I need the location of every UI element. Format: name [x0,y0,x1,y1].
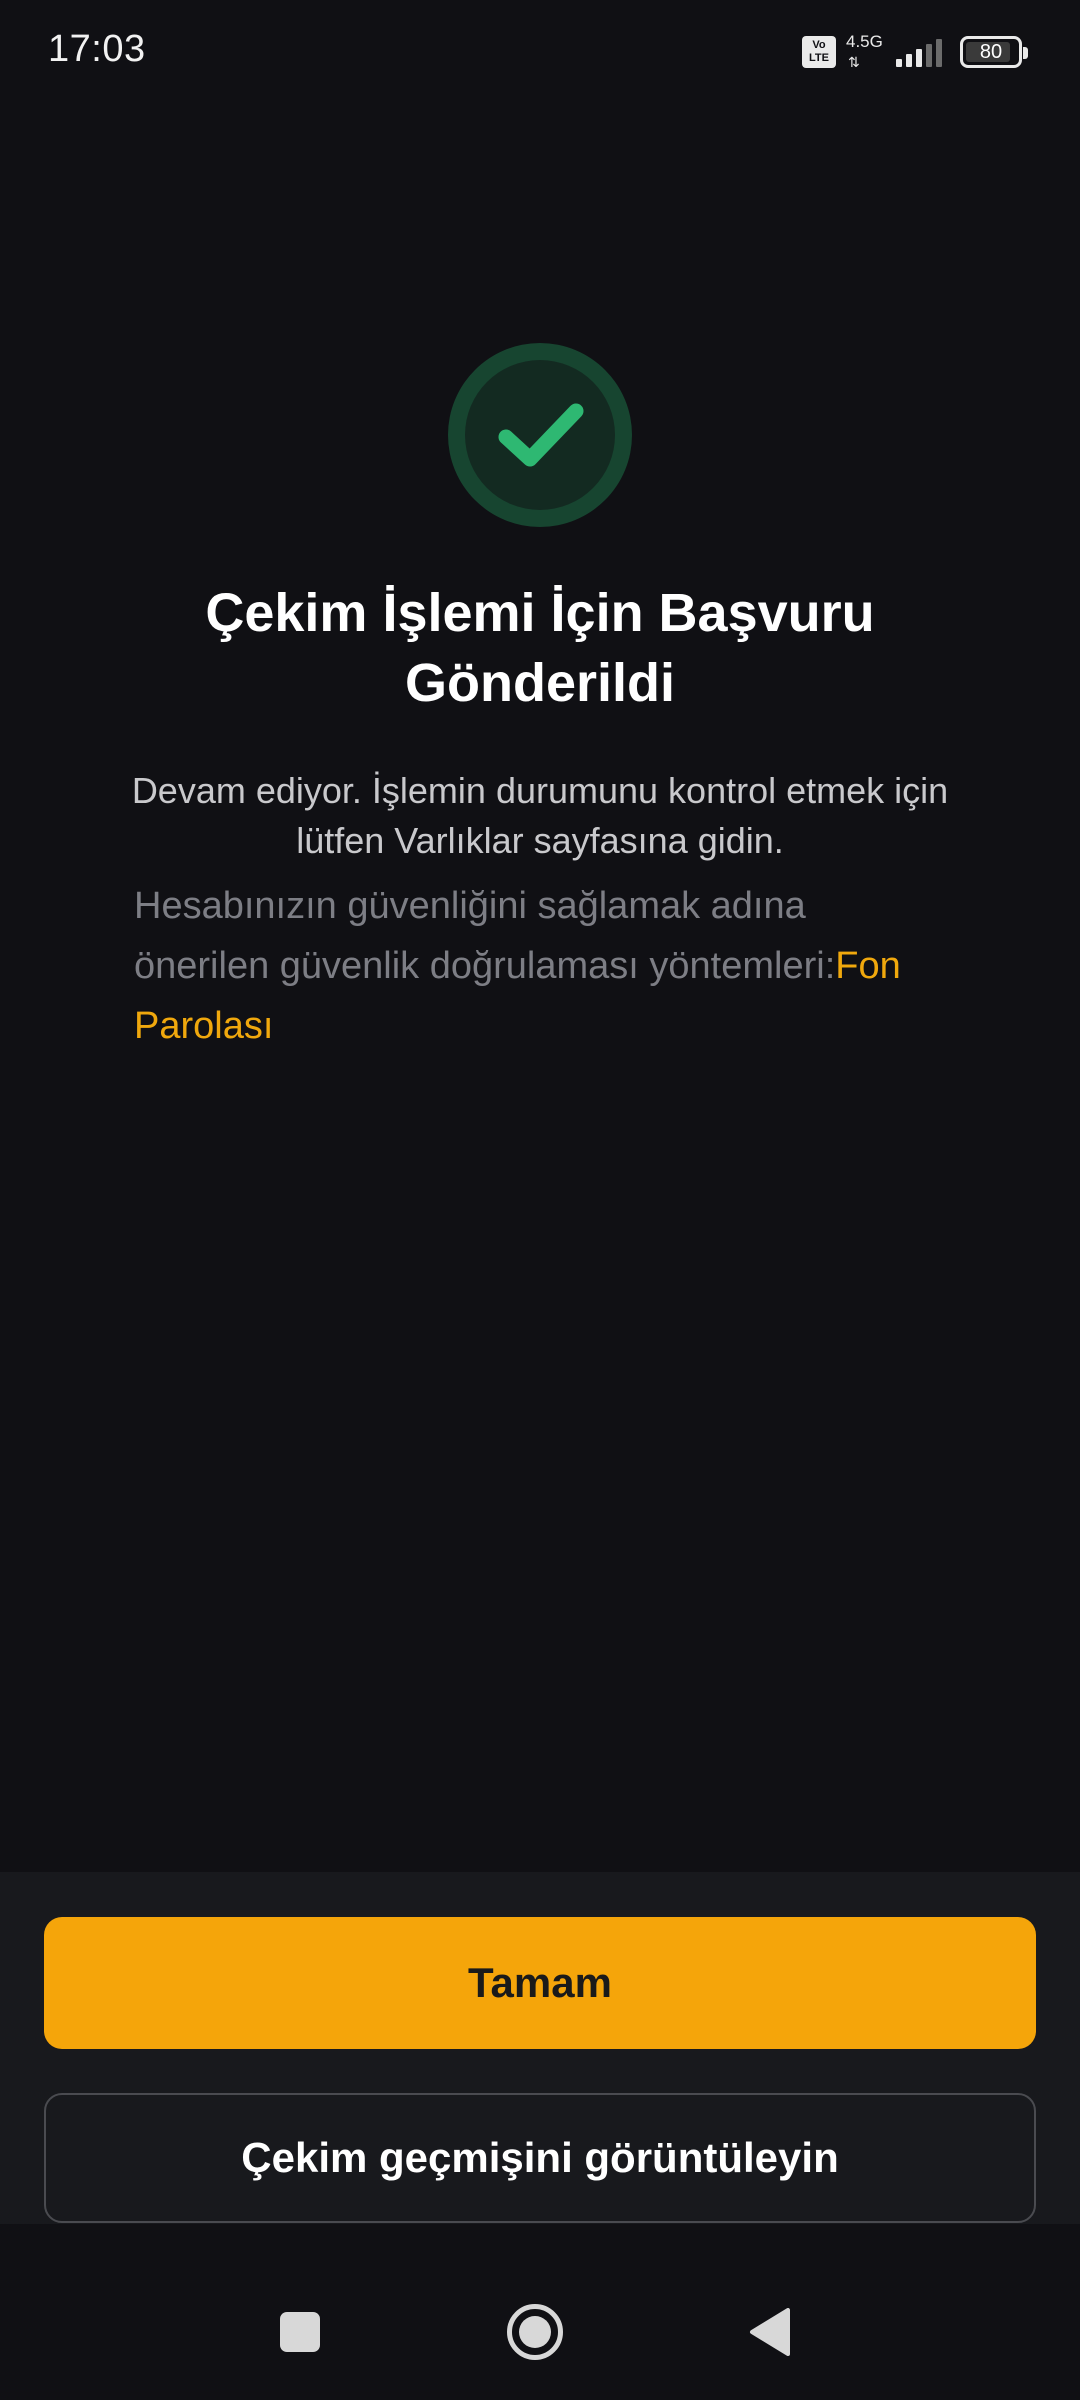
status-description: Devam ediyor. İşlemin durumunu kontrol e… [131,770,949,861]
signal-icon [896,37,942,67]
success-badge [448,343,632,527]
security-text: Hesabınızın güvenliğini sağlamak adına ö… [134,885,836,987]
battery-icon: 80 [960,36,1028,68]
system-nav-bar [0,2224,1080,2400]
volte-icon: Vo LTE [802,36,836,68]
security-recommendation: Hesabınızın güvenliğini sağlamak adına ö… [134,876,934,1056]
battery-level: 80 [979,40,1003,63]
page-title: Çekim İşlemi İçin Başvuru Gönderildi [205,583,875,713]
status-icons: Vo LTE 4.5G ⇅ 80 [802,30,1028,74]
network-4g-icon: 4.5G ⇅ [846,32,886,70]
ok-button[interactable]: Tamam [44,1917,1036,2049]
recent-apps-icon[interactable] [280,2312,320,2352]
screen: 17:03 Vo LTE 4.5G ⇅ 80 Çekim İşlemi İçin… [0,0,1080,2400]
network-label: 4.5G [846,32,883,51]
home-icon[interactable] [507,2304,563,2360]
status-time: 17:03 [48,28,146,70]
checkmark-icon [498,403,584,467]
status-bar: 17:03 Vo LTE 4.5G ⇅ 80 [0,0,1080,100]
view-withdrawal-history-button[interactable]: Çekim geçmişini görüntüleyin [44,2093,1036,2223]
data-arrows-icon: ⇅ [848,54,860,70]
back-icon[interactable] [748,2308,792,2356]
action-panel: Tamam Çekim geçmişini görüntüleyin [0,1872,1080,2224]
